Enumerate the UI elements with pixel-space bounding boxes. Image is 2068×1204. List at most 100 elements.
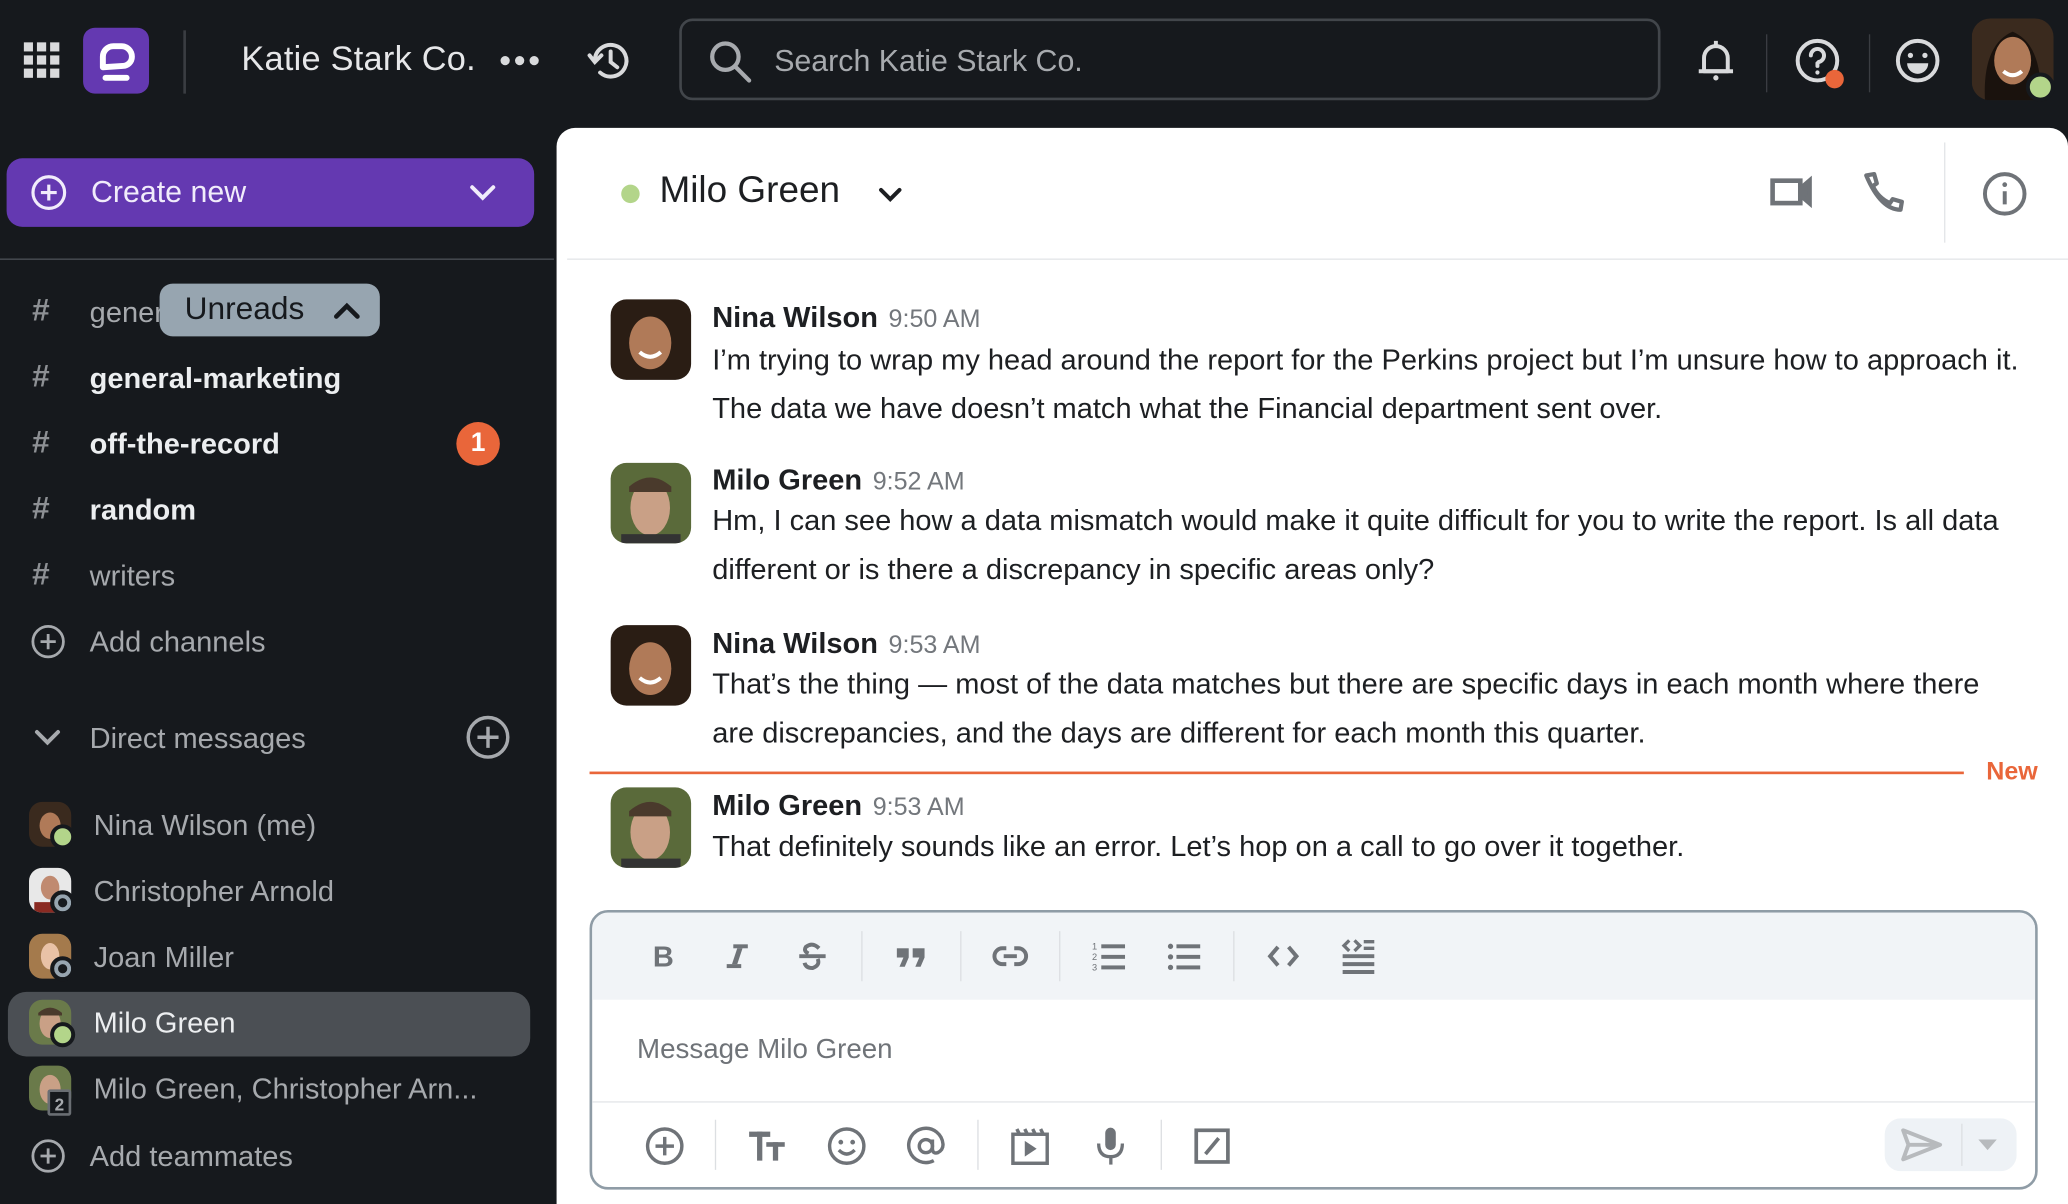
composer-divider xyxy=(592,1101,2036,1103)
add-channels-button[interactable]: Add channels xyxy=(90,625,266,659)
message-time: 9:53 AM xyxy=(872,793,965,822)
conversation-title[interactable]: Milo Green xyxy=(659,169,840,211)
video-clip-icon[interactable] xyxy=(1008,1124,1053,1169)
online-status-dot xyxy=(621,184,640,204)
message-input[interactable]: Message Milo Green xyxy=(637,1034,893,1066)
workspace-name[interactable]: Katie Stark Co. xyxy=(241,38,476,79)
bulleted-list-icon[interactable] xyxy=(1162,934,1207,979)
info-icon[interactable] xyxy=(1981,170,2028,217)
channel-name: random xyxy=(89,493,197,527)
toolbar-divider xyxy=(977,1119,979,1170)
unread-count-badge: 1 xyxy=(456,422,500,466)
chevron-down-icon[interactable] xyxy=(877,185,903,206)
sidebar-channel-random[interactable]: # random xyxy=(32,483,533,536)
message-text: That’s the thing — most of the data matc… xyxy=(712,667,1980,749)
quote-icon[interactable] xyxy=(889,934,934,979)
notification-dot xyxy=(1825,69,1844,89)
video-call-icon[interactable] xyxy=(1769,174,1814,211)
message-author[interactable]: Milo Green xyxy=(712,789,862,822)
online-status-dot xyxy=(50,1022,76,1048)
online-status-dot xyxy=(50,824,76,850)
apps-grid-icon[interactable] xyxy=(23,42,61,79)
italic-icon[interactable] xyxy=(715,934,760,979)
dm-nina-wilson[interactable]: Nina Wilson (me) xyxy=(26,797,527,855)
hash-icon: # xyxy=(31,424,50,461)
toolbar-divider xyxy=(960,931,962,982)
avatar[interactable] xyxy=(610,625,692,706)
attach-plus-icon[interactable] xyxy=(642,1124,687,1169)
dm-joan-miller[interactable]: Joan Miller xyxy=(26,929,527,987)
add-teammates-button[interactable]: Add teammates xyxy=(90,1140,293,1174)
hash-icon: # xyxy=(31,358,50,395)
message-text: I’m trying to wrap my head around the re… xyxy=(712,342,2019,425)
send-icon[interactable] xyxy=(1901,1128,1943,1162)
toolbar-divider xyxy=(861,931,863,982)
avatar[interactable] xyxy=(610,299,692,380)
search-input[interactable]: Search Katie Stark Co. xyxy=(679,18,1661,101)
create-new-label: Create new xyxy=(91,174,247,209)
hash-icon: # xyxy=(31,292,50,329)
away-status-dot xyxy=(50,956,76,982)
send-options-chevron-icon[interactable] xyxy=(1977,1138,1998,1151)
hash-icon: # xyxy=(31,556,50,593)
dm-christopher-arnold[interactable]: Christopher Arnold xyxy=(26,863,527,921)
bell-icon[interactable] xyxy=(1696,38,1736,83)
strikethrough-icon[interactable] xyxy=(790,934,835,979)
bold-icon[interactable]: B xyxy=(641,934,686,979)
formatting-toolbar: B 123 xyxy=(592,912,2036,1000)
microphone-icon[interactable] xyxy=(1088,1124,1133,1169)
message-time: 9:52 AM xyxy=(872,468,965,496)
emoji-status-icon[interactable] xyxy=(1894,37,1941,84)
toolbar-divider xyxy=(1233,931,1235,982)
code-block-icon[interactable] xyxy=(1336,934,1381,979)
message-text: Hm, I can see how a data mismatch would … xyxy=(712,503,1999,585)
chevron-up-icon xyxy=(332,299,361,320)
dm-name: Milo Green xyxy=(93,1006,236,1040)
unreads-jump-button[interactable]: Unreads xyxy=(159,283,380,337)
chevron-down-icon xyxy=(468,179,497,205)
more-icon[interactable] xyxy=(500,40,540,80)
svg-text:B: B xyxy=(653,942,674,971)
svg-text:1: 1 xyxy=(1092,942,1097,952)
message: Milo Green 9:53 AM That definitely sounds… xyxy=(712,789,2031,871)
channel-name: off-the-record xyxy=(89,427,280,461)
online-status-dot xyxy=(2025,72,2055,102)
app-window: Katie Stark Co. Search Katie Stark Co. C… xyxy=(0,0,2068,1204)
code-icon[interactable] xyxy=(1261,934,1306,979)
sidebar-channel-writers[interactable]: # writers xyxy=(32,549,533,602)
mention-icon[interactable] xyxy=(903,1124,948,1169)
unreads-label: Unreads xyxy=(184,291,305,328)
dm-group-milo-christopher[interactable]: 2 Milo Green, Christopher Arn... xyxy=(26,1060,527,1118)
phone-call-icon[interactable] xyxy=(1861,170,1906,215)
link-icon[interactable] xyxy=(988,934,1033,979)
text-formatting-icon[interactable] xyxy=(745,1124,790,1169)
divider xyxy=(1868,34,1871,93)
app-logo[interactable] xyxy=(83,27,150,94)
toolbar-divider xyxy=(1160,1119,1162,1170)
hash-icon: # xyxy=(31,490,50,527)
add-teammates-icon xyxy=(30,1138,66,1174)
direct-messages-header[interactable]: Direct messages xyxy=(90,721,306,755)
numbered-list-icon[interactable]: 123 xyxy=(1087,934,1132,979)
svg-text:2: 2 xyxy=(1092,952,1097,962)
message: Milo Green 9:52 AM Hm, I can see how a da… xyxy=(712,463,2024,594)
dm-name: Milo Green, Christopher Arn... xyxy=(93,1072,478,1106)
add-dm-icon[interactable] xyxy=(466,715,511,760)
search-icon xyxy=(708,40,753,85)
message-author[interactable]: Nina Wilson xyxy=(712,626,878,659)
svg-text:3: 3 xyxy=(1092,963,1097,972)
history-icon[interactable] xyxy=(586,37,633,84)
divider xyxy=(183,30,186,94)
dm-milo-green[interactable]: Milo Green xyxy=(26,994,527,1052)
sidebar-channel-general-marketing[interactable]: # general-marketing xyxy=(32,351,533,404)
message-author[interactable]: Milo Green xyxy=(712,463,862,496)
avatar[interactable] xyxy=(610,462,692,544)
channel-name: general-marketing xyxy=(89,361,342,395)
group-count-badge: 2 xyxy=(47,1089,72,1116)
avatar[interactable] xyxy=(610,787,692,868)
collapse-chevron-icon[interactable] xyxy=(33,727,62,748)
message-author[interactable]: Nina Wilson xyxy=(712,301,878,334)
slash-command-icon[interactable] xyxy=(1190,1124,1235,1169)
emoji-icon[interactable] xyxy=(824,1124,869,1169)
create-new-button[interactable]: Create new xyxy=(6,158,535,227)
